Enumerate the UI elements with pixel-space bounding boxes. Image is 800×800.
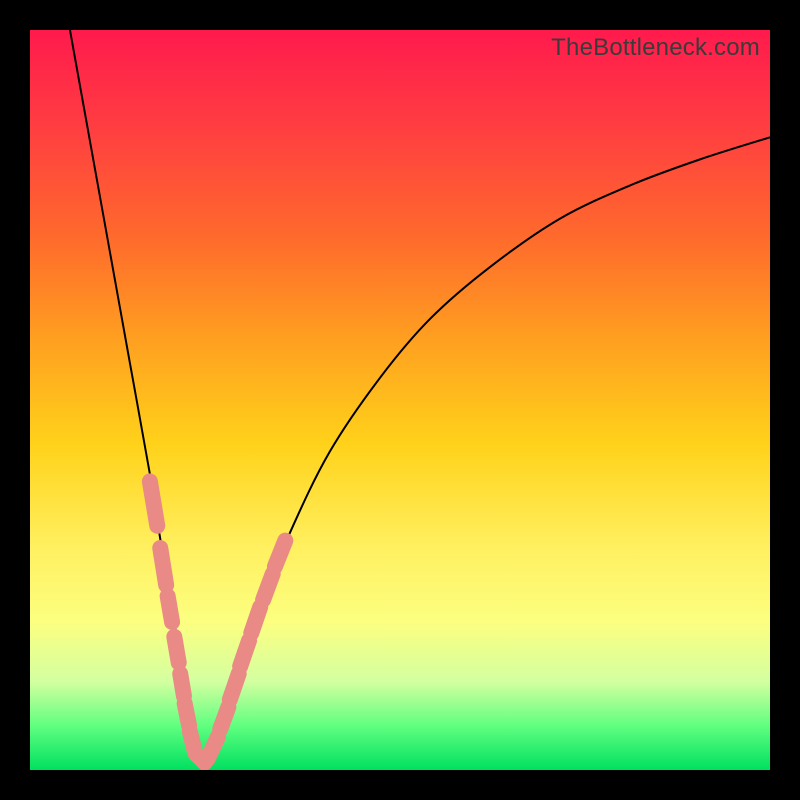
datapoint-markers bbox=[30, 30, 770, 770]
datapoint-capsule bbox=[185, 703, 189, 725]
datapoint-capsule bbox=[174, 637, 178, 663]
datapoint-capsule bbox=[220, 707, 228, 729]
datapoint-capsule bbox=[263, 574, 273, 600]
datapoint-capsule bbox=[275, 541, 285, 567]
datapoint-capsule bbox=[160, 548, 166, 585]
datapoint-capsule bbox=[251, 607, 260, 633]
watermark-text: TheBottleneck.com bbox=[551, 34, 760, 62]
datapoint-capsule bbox=[240, 641, 249, 667]
datapoint-capsule bbox=[180, 674, 184, 696]
datapoint-capsule bbox=[208, 737, 218, 759]
datapoint-capsule bbox=[168, 596, 172, 622]
chart-plot-area: TheBottleneck.com bbox=[30, 30, 770, 770]
datapoint-capsule bbox=[150, 481, 157, 525]
datapoint-capsule bbox=[230, 674, 239, 700]
